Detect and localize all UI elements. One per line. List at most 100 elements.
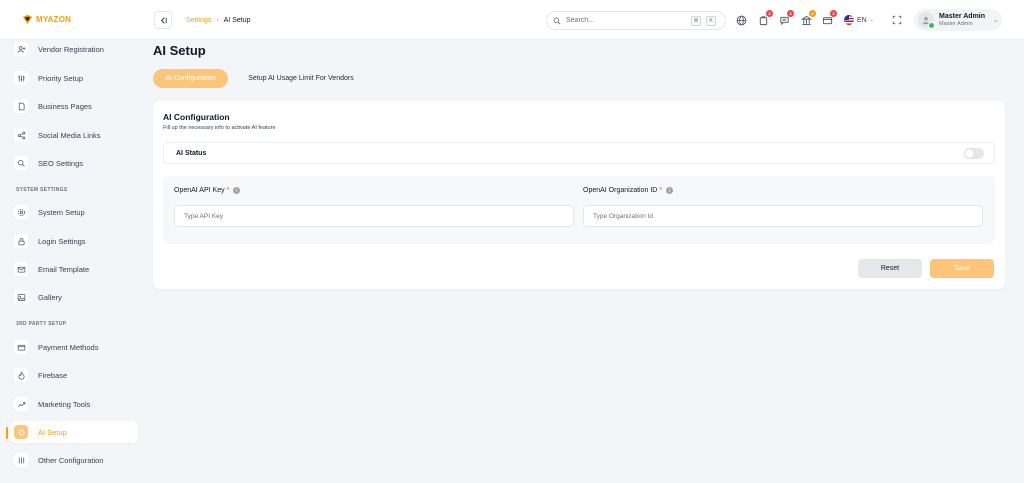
messages-icon[interactable]: 3 <box>778 10 794 26</box>
shortcut-mod-key: ⌘ <box>691 15 701 26</box>
mail-icon <box>14 262 28 276</box>
tab-ai-usage-limit[interactable]: Setup AI Usage Limit For Vendors <box>235 69 367 88</box>
config-icon <box>14 453 28 467</box>
credentials-panel: OpenAI API Key * i OpenAI Organization I… <box>163 176 995 244</box>
sidebar-section-system: SYSTEM SETTINGS <box>16 187 68 193</box>
page-title: AI Setup <box>153 43 206 58</box>
chevron-down-icon: ⌄ <box>869 17 874 23</box>
sidebar-item-payment-methods[interactable]: Payment Methods <box>10 336 138 358</box>
sidebar-item-label: Firebase <box>38 370 68 380</box>
search-icon <box>14 156 28 170</box>
sidebar-item-label: System Setup <box>38 207 85 217</box>
gear-icon <box>14 205 28 219</box>
sidebar-item-email-template[interactable]: Email Template <box>10 258 138 280</box>
sidebar-item-login-settings[interactable]: Login Settings <box>10 230 138 252</box>
sidebar-item-other-configuration[interactable]: Other Configuration <box>10 449 138 471</box>
breadcrumb-settings-link[interactable]: Settings <box>186 17 211 24</box>
fullscreen-icon[interactable] <box>891 14 903 26</box>
store-icon[interactable]: 3 <box>800 10 816 26</box>
info-icon[interactable]: i <box>233 187 241 194</box>
payments-badge: 3 <box>830 10 837 17</box>
sidebar-item-label: Login Settings <box>38 236 86 246</box>
language-label: EN <box>857 16 867 24</box>
top-bar: MYAZON Settings › AI Setup ⌘ K 3 3 3 3 <box>0 0 1024 40</box>
sidebar-item-label: AI Setup <box>38 427 67 437</box>
org-id-label: OpenAI Organization ID * i <box>583 187 674 194</box>
reset-button[interactable]: Reset <box>858 259 922 278</box>
sidebar-item-firebase[interactable]: Firebase <box>10 364 138 386</box>
logo-icon <box>22 14 33 25</box>
brand-logo[interactable]: MYAZON <box>22 14 71 25</box>
avatar <box>918 12 935 29</box>
user-menu[interactable]: Master Admin Master Admin ⌄ <box>914 9 1002 31</box>
search-input[interactable] <box>566 17 686 24</box>
orders-icon[interactable]: 3 <box>757 10 773 26</box>
sidebar-item-priority-setup[interactable]: Priority Setup <box>10 67 138 89</box>
sidebar-item-label: Marketing Tools <box>38 399 91 409</box>
required-mark: * <box>659 187 663 194</box>
sidebar-toggle-button[interactable] <box>154 11 172 29</box>
chevron-down-icon: ⌄ <box>992 17 998 24</box>
card-icon <box>14 340 28 354</box>
sidebar-section-third-party: 3RD PARTY SETUP <box>16 321 67 327</box>
sidebar-item-label: Email Template <box>38 264 90 274</box>
active-indicator <box>6 427 8 439</box>
sidebar-item-label: Gallery <box>38 292 62 302</box>
sidebar-item-gallery[interactable]: Gallery <box>10 286 138 308</box>
org-id-label-text: OpenAI Organization ID <box>583 187 658 194</box>
collapse-icon <box>159 16 168 25</box>
ai-status-toggle[interactable] <box>964 148 984 159</box>
sidebar-item-business-pages[interactable]: Business Pages <box>10 95 138 117</box>
tab-ai-configuration[interactable]: AI Configuration <box>153 69 228 88</box>
sidebar-item-label: Social Media Links <box>38 130 101 140</box>
us-flag-icon <box>844 15 854 25</box>
sidebar-item-ai-setup[interactable]: AI Setup <box>10 421 138 443</box>
breadcrumb-separator: › <box>216 17 219 24</box>
image-icon <box>14 290 28 304</box>
ai-chip-icon <box>14 425 28 439</box>
ai-status-label: AI Status <box>176 150 207 157</box>
ai-configuration-card: AI Configuration Fill up the necessary i… <box>153 101 1005 289</box>
store-badge: 3 <box>809 10 816 17</box>
user-role: Master Admin <box>939 20 973 27</box>
sidebar-item-label: Vendor Registration <box>38 44 104 54</box>
search-icon <box>553 17 561 25</box>
lock-icon <box>14 234 28 248</box>
search-box[interactable]: ⌘ K <box>546 11 726 30</box>
orders-badge: 3 <box>766 10 773 17</box>
brand-name: MYAZON <box>36 15 72 24</box>
sidebar: Vendor Registration Priority Setup Busin… <box>0 40 140 483</box>
breadcrumb: Settings › AI Setup <box>186 17 251 24</box>
breadcrumb-current: AI Setup <box>223 17 251 24</box>
info-icon[interactable]: i <box>666 187 674 194</box>
api-key-label: OpenAI API Key * i <box>174 187 241 194</box>
sidebar-item-label: Priority Setup <box>38 73 84 83</box>
ai-status-row: AI Status <box>163 142 995 164</box>
sidebar-item-label: Business Pages <box>38 101 92 111</box>
sidebar-item-seo-settings[interactable]: SEO Settings <box>10 152 138 174</box>
sidebar-item-label: SEO Settings <box>38 158 84 168</box>
file-icon <box>14 99 28 113</box>
required-mark: * <box>226 187 230 194</box>
sidebar-item-vendor-registration[interactable]: Vendor Registration <box>10 38 138 60</box>
shortcut-k-key: K <box>706 15 716 26</box>
user-add-icon <box>14 42 28 56</box>
messages-badge: 3 <box>787 10 794 17</box>
sidebar-item-label: Other Configuration <box>38 455 104 465</box>
org-id-input[interactable] <box>583 205 983 227</box>
language-selector[interactable]: EN ⌄ <box>844 15 874 25</box>
payments-icon[interactable]: 3 <box>821 10 837 26</box>
trend-icon <box>14 397 28 411</box>
globe-icon[interactable] <box>735 14 747 26</box>
sliders-icon <box>14 71 28 85</box>
user-name: Master Admin <box>939 12 986 20</box>
sidebar-item-system-setup[interactable]: System Setup <box>10 201 138 223</box>
sidebar-item-social-media-links[interactable]: Social Media Links <box>10 124 138 146</box>
sidebar-item-marketing-tools[interactable]: Marketing Tools <box>10 393 138 415</box>
api-key-input[interactable] <box>174 205 574 227</box>
flame-icon <box>14 368 28 382</box>
card-subtitle: Fill up the necessary info to activate A… <box>163 125 276 131</box>
sidebar-item-label: Payment Methods <box>38 342 99 352</box>
save-button[interactable]: Save <box>930 259 994 278</box>
card-title: AI Configuration <box>163 112 230 122</box>
